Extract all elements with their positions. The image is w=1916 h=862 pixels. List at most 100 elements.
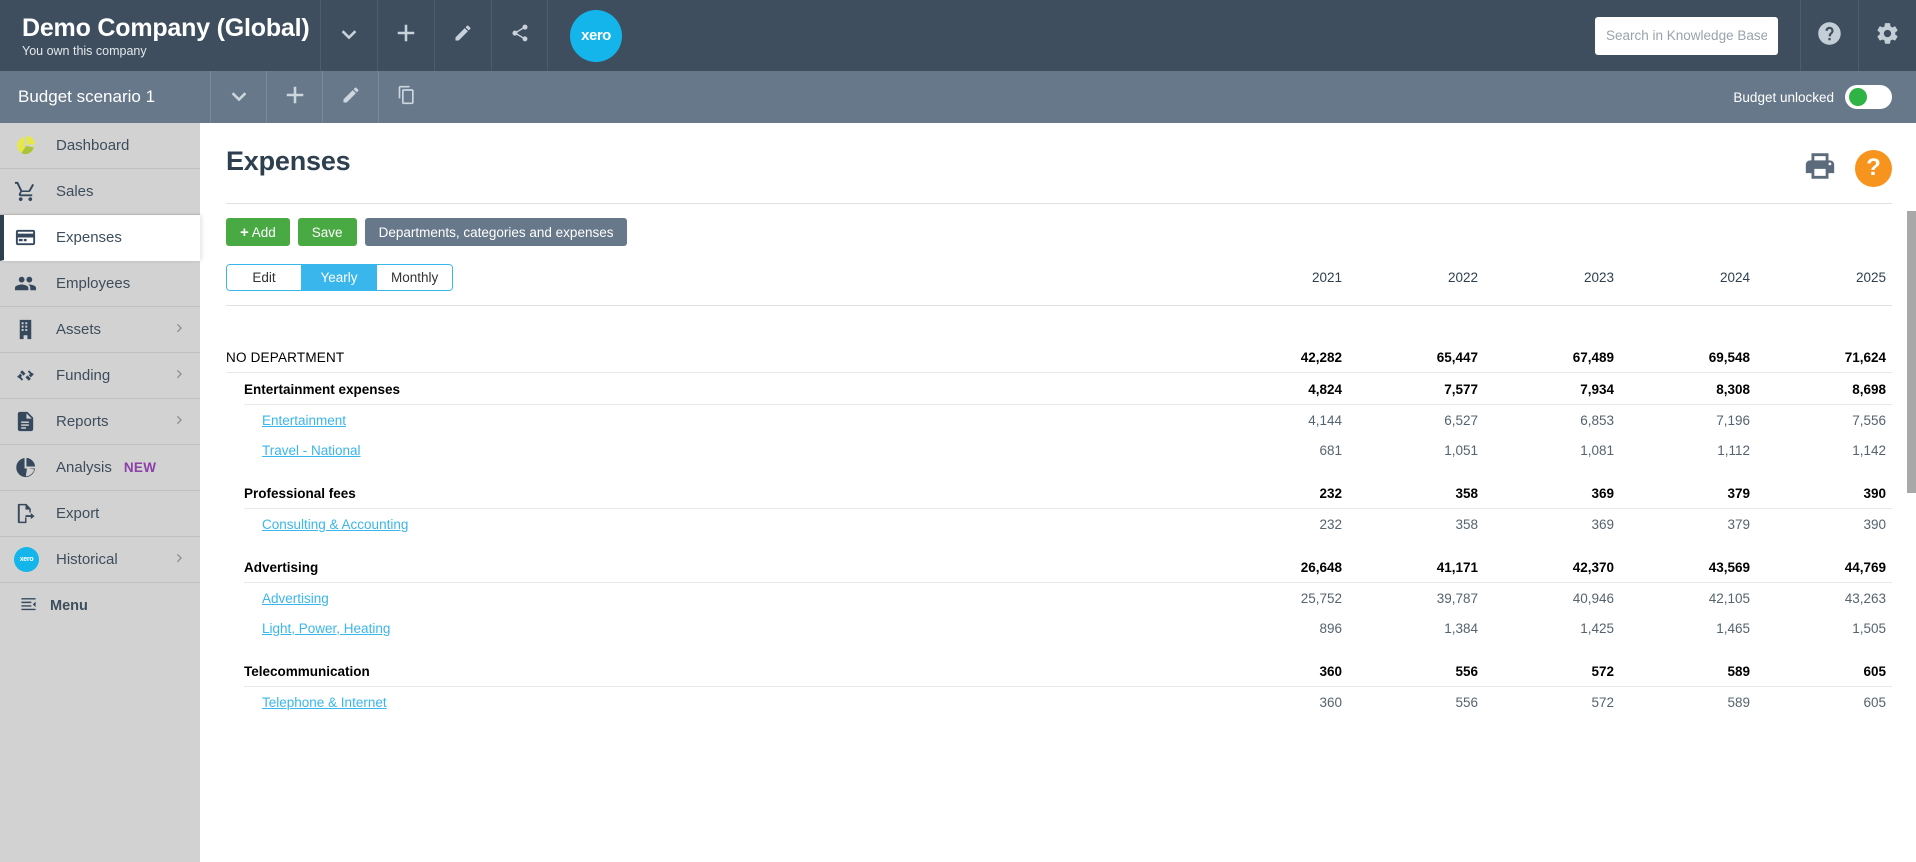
top-header-right	[1595, 0, 1916, 71]
main-content: Expenses ? + Add Save Departments, categ…	[200, 123, 1916, 862]
table-row[interactable]: NO DEPARTMENT 42,282 65,447 67,489 69,54…	[226, 342, 1892, 372]
toggle-knob	[1849, 88, 1867, 106]
expenses-table: NO DEPARTMENT 42,282 65,447 67,489 69,54…	[226, 342, 1892, 717]
row-value: 1,112	[1717, 442, 1750, 458]
chevron-right-icon	[172, 412, 187, 431]
scrollbar-thumb[interactable]	[1907, 211, 1916, 493]
search-input[interactable]	[1595, 16, 1778, 55]
expense-link[interactable]: Telephone & Internet	[262, 695, 387, 710]
printer-icon[interactable]	[1803, 149, 1837, 188]
sidebar-item-export[interactable]: Export	[0, 491, 200, 537]
table-row[interactable]: Consulting & Accounting 232 358 369 379 …	[226, 509, 1892, 539]
row-value: 556	[1455, 663, 1478, 679]
page-title-actions: ?	[1803, 146, 1892, 188]
settings-button[interactable]	[1858, 0, 1916, 71]
row-value: 69,548	[1708, 349, 1750, 365]
scenario-bar: Budget scenario 1 Budget unlocked	[0, 71, 1916, 123]
sidebar-item-expenses[interactable]: Expenses	[0, 215, 200, 261]
table-row[interactable]: Entertainment 4,144 6,527 6,853 7,196 7,…	[226, 405, 1892, 435]
table-row[interactable]: Professional fees 232 358 369 379 390	[226, 478, 1892, 508]
tab-label: Monthly	[391, 270, 439, 285]
row-value: 358	[1455, 516, 1478, 532]
column-header-year: 2023	[1583, 270, 1614, 285]
row-label: Telecommunication	[244, 663, 370, 679]
row-label: Telephone & Internet	[226, 695, 1212, 710]
row-value: 40,946	[1572, 590, 1614, 606]
sidebar-collapse-menu[interactable]: Menu	[0, 583, 200, 629]
help-circle-icon[interactable]: ?	[1855, 150, 1892, 187]
sidebar-item-label: Employees	[56, 275, 131, 292]
company-add-button[interactable]	[377, 0, 434, 71]
action-button-row: + Add Save Departments, categories and e…	[226, 204, 1892, 246]
tab-monthly[interactable]: Monthly	[377, 265, 453, 290]
sidebar-item-assets[interactable]: Assets	[0, 307, 200, 353]
gear-icon	[1875, 21, 1900, 51]
expense-link[interactable]: Entertainment	[262, 413, 346, 428]
row-label: Advertising	[226, 591, 1212, 606]
row-label: Entertainment	[226, 413, 1212, 428]
xero-logo-text: xero	[581, 27, 611, 44]
company-select-button[interactable]	[320, 0, 377, 71]
company-name: Demo Company (Global)	[22, 13, 310, 42]
scenario-edit-button[interactable]	[322, 71, 378, 123]
vertical-scrollbar[interactable]	[1907, 211, 1916, 591]
save-button[interactable]: Save	[297, 218, 357, 246]
table-row[interactable]: Advertising 26,648 41,171 42,370 43,569 …	[226, 552, 1892, 582]
row-value: 26,648	[1300, 559, 1342, 575]
row-value: 1,505	[1852, 620, 1886, 636]
tab-yearly[interactable]: Yearly	[302, 265, 377, 290]
expense-link[interactable]: Advertising	[262, 591, 329, 606]
row-value: 43,263	[1844, 590, 1886, 606]
question-mark-icon	[1816, 20, 1843, 52]
scenario-select-button[interactable]	[210, 71, 266, 123]
sidebar-item-historical[interactable]: xero Historical	[0, 537, 200, 583]
table-row[interactable]: Entertainment expenses 4,824 7,577 7,934…	[226, 374, 1892, 404]
table-row[interactable]: Telephone & Internet 360 556 572 589 605	[226, 687, 1892, 717]
add-button-label: Add	[251, 224, 276, 240]
sidebar-item-analysis[interactable]: Analysis NEW	[0, 445, 200, 491]
help-button[interactable]	[1800, 0, 1858, 71]
row-value: 65,447	[1436, 349, 1478, 365]
sidebar-item-funding[interactable]: Funding	[0, 353, 200, 399]
expense-link[interactable]: Light, Power, Heating	[262, 621, 390, 636]
table-row[interactable]: Travel - National 681 1,051 1,081 1,112 …	[226, 435, 1892, 465]
row-value: 1,142	[1852, 442, 1886, 458]
expense-link[interactable]: Travel - National	[262, 443, 361, 458]
row-value: 42,282	[1300, 349, 1342, 365]
row-value: 6,527	[1444, 412, 1478, 428]
sidebar-item-dashboard[interactable]: Dashboard	[0, 123, 200, 169]
row-value: 44,769	[1844, 559, 1886, 575]
expense-link[interactable]: Consulting & Accounting	[262, 517, 408, 532]
departments-categories-expenses-button[interactable]: Departments, categories and expenses	[364, 218, 628, 246]
collapse-menu-icon	[20, 596, 42, 617]
table-row[interactable]: Telecommunication 360 556 572 589 605	[226, 656, 1892, 686]
table-row[interactable]: Light, Power, Heating 896 1,384 1,425 1,…	[226, 613, 1892, 643]
scenario-add-button[interactable]	[266, 71, 322, 123]
sidebar-item-reports[interactable]: Reports	[0, 399, 200, 445]
sidebar-item-label: Sales	[56, 183, 94, 200]
row-value: 605	[1863, 694, 1886, 710]
scenario-copy-button[interactable]	[378, 71, 434, 123]
row-value: 556	[1455, 694, 1478, 710]
company-block: Demo Company (Global) You own this compa…	[0, 13, 320, 59]
row-divider	[226, 372, 1892, 373]
sidebar-item-employees[interactable]: Employees	[0, 261, 200, 307]
tab-edit[interactable]: Edit	[227, 265, 302, 290]
page-title-row: Expenses ?	[226, 123, 1892, 188]
scenario-name: Budget scenario 1	[18, 87, 156, 106]
xero-logo[interactable]: xero	[570, 9, 622, 62]
row-value: 369	[1591, 516, 1614, 532]
company-edit-button[interactable]	[434, 0, 491, 71]
table-row[interactable]: Advertising 25,752 39,787 40,946 42,105 …	[226, 583, 1892, 613]
row-value: 379	[1727, 516, 1750, 532]
row-label: Entertainment expenses	[244, 381, 401, 397]
pencil-icon	[453, 23, 473, 48]
company-share-button[interactable]	[491, 0, 548, 71]
row-value: 41,171	[1436, 559, 1478, 575]
sidebar-item-sales[interactable]: Sales	[0, 169, 200, 215]
sidebar-collapse-menu-label: Menu	[50, 598, 88, 614]
row-value: 7,556	[1852, 412, 1886, 428]
row-label: Professional fees	[244, 485, 356, 501]
budget-lock-toggle[interactable]	[1845, 85, 1892, 109]
add-button[interactable]: + Add	[226, 218, 290, 246]
